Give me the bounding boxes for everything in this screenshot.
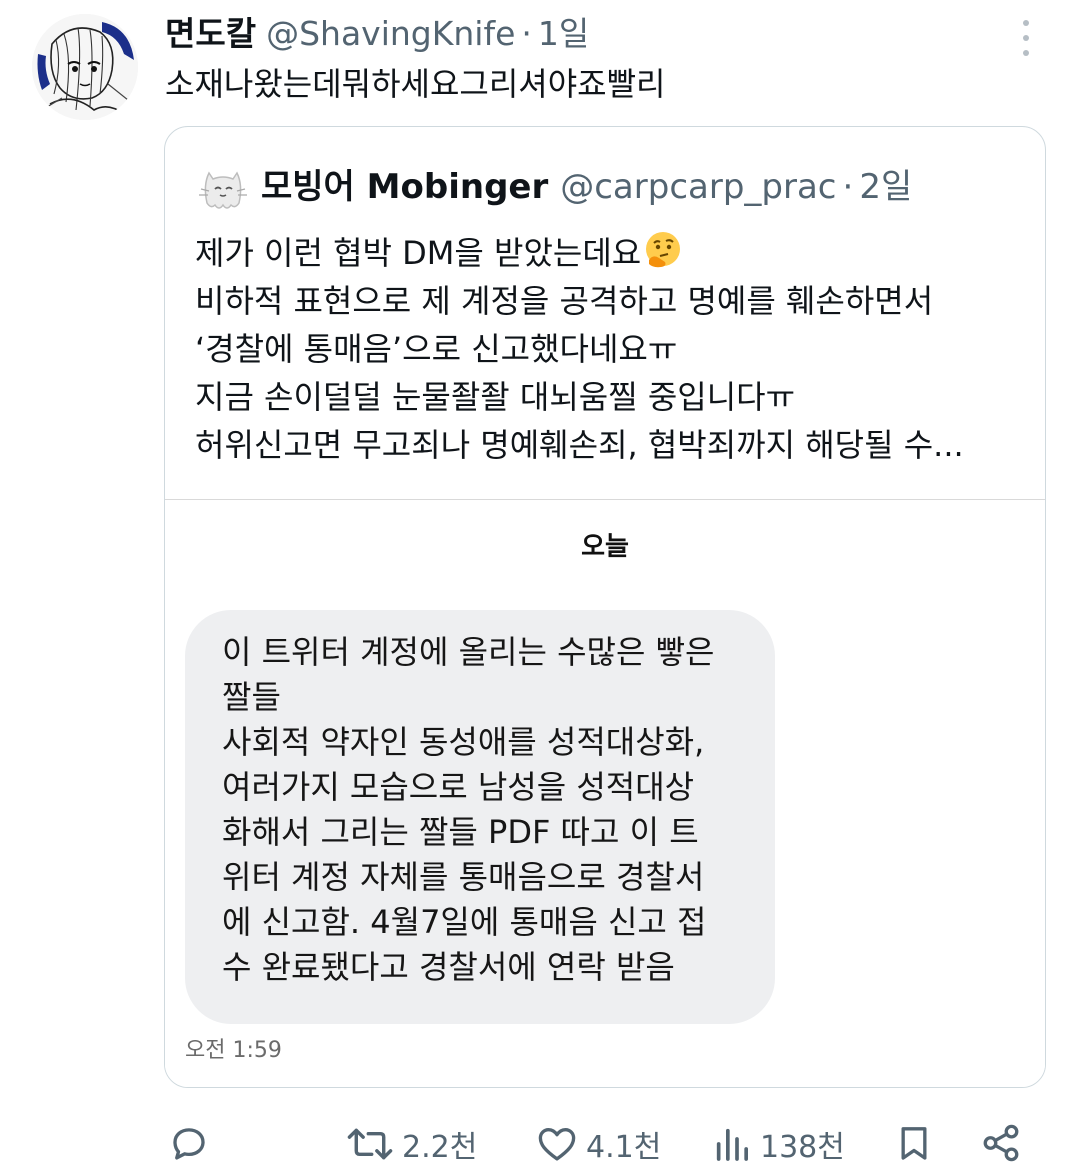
message-line: 여러가지 모습으로 남성을 성적대상 (222, 768, 695, 806)
quoted-text-line: 제가 이런 협박 DM을 받았는데요 (195, 229, 964, 277)
chat-message-time: 오전 1:59 (185, 1038, 282, 1063)
like-button[interactable]: 4.1천 (536, 1122, 661, 1166)
quoted-text-line-3: ‘경찰에 통매음’으로 신고했다네요ㅠ (195, 330, 678, 368)
author-avatar[interactable] (32, 14, 138, 120)
chat-message-bubble: 이 트위터 계정에 올리는 수많은 빻은 짤들 사회적 약자인 동성애를 성적대… (185, 610, 775, 1024)
quoted-text-line-4: 지금 손이덜덜 눈물좔좔 대뇌움찔 중입니다ㅠ (195, 378, 796, 416)
tweet-text: 소재나왔는데뭐하세요그리셔야죠빨리 (165, 65, 666, 103)
author-name[interactable]: 면도칼 (165, 12, 256, 56)
reply-button[interactable] (168, 1122, 210, 1164)
quoted-author-handle[interactable]: @carpcarp_prac (560, 164, 836, 210)
heart-icon (538, 1127, 576, 1161)
quoted-author-avatar[interactable] (195, 159, 251, 215)
share-icon (983, 1124, 1019, 1162)
retweet-button[interactable]: 2.2천 (346, 1122, 477, 1166)
message-line: 사회적 약자인 동성애를 성적대상화, (222, 723, 705, 761)
bookmark-button[interactable] (894, 1122, 934, 1164)
message-line: 위터 계정 자체를 통매음으로 경찰서 (222, 858, 705, 896)
message-line: 이 트위터 계정에 올리는 수많은 빻은 (222, 633, 715, 671)
retweet-count: 2.2천 (402, 1130, 478, 1165)
quoted-text-line-1: 제가 이런 협박 DM을 받았는데요 (195, 234, 642, 272)
separator-dot: · (842, 167, 854, 207)
message-line: 수 완료됐다고 경찰서에 연락 받음 (222, 948, 675, 986)
message-line: 짤들 (222, 678, 281, 716)
share-button[interactable] (980, 1122, 1022, 1164)
bookmark-icon (901, 1127, 927, 1160)
chat-day-label: 오늘 (581, 532, 629, 562)
quoted-tweet-header: 모빙어 Mobinger @carpcarp_prac · 2일 (195, 159, 912, 215)
quoted-author-name[interactable]: 모빙어 Mobinger (261, 164, 548, 210)
quoted-text-line-2: 비하적 표현으로 제 계정을 공격하고 명예를 훼손하면서 (195, 282, 934, 320)
retweet-icon (347, 1128, 393, 1160)
views-button[interactable]: 138천 (712, 1122, 845, 1166)
tweet-time[interactable]: 1일 (538, 12, 589, 56)
message-line: 에 신고함. 4월7일에 통매음 신고 접 (222, 903, 707, 941)
tweet-action-bar: 2.2천 4.1천 138천 (0, 1116, 1080, 1172)
quoted-tweet-text: 제가 이런 협박 DM을 받았는데요 비하적 표현으로 제 계정을 공격하고 명… (195, 229, 964, 469)
tweet-header: 면도칼 @ShavingKnife · 1일 (165, 12, 589, 56)
views-count: 138천 (760, 1130, 845, 1165)
quoted-tweet-time[interactable]: 2일 (859, 164, 912, 210)
more-options-icon[interactable] (1014, 20, 1038, 56)
views-icon (716, 1128, 748, 1161)
separator-dot: · (521, 14, 532, 53)
quoted-media-screenshot[interactable]: 오늘 이 트위터 계정에 올리는 수많은 빻은 짤들 사회적 약자인 동성애를 … (165, 499, 1045, 1087)
thinking-face-icon (646, 232, 681, 268)
like-count: 4.1천 (586, 1130, 662, 1165)
message-line: 화해서 그리는 짤들 PDF 따고 이 트 (222, 813, 699, 851)
quoted-tweet[interactable]: 모빙어 Mobinger @carpcarp_prac · 2일 제가 이런 협… (164, 126, 1046, 1088)
quoted-text-line-5: 허위신고면 무고죄나 명예훼손죄, 협박죄까지 해당될 수... (195, 426, 964, 464)
reply-icon (173, 1128, 205, 1160)
avatar-illustration (32, 14, 138, 120)
author-handle[interactable]: @ShavingKnife (266, 12, 515, 56)
